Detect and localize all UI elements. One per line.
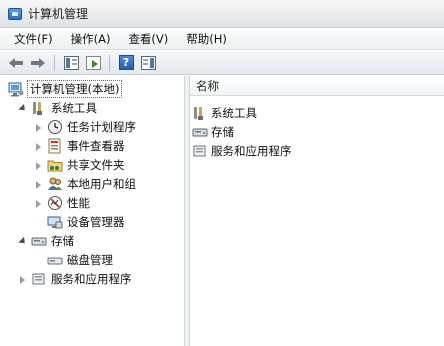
- performance-icon: [47, 195, 63, 211]
- title-bar[interactable]: 计算机管理: [0, 0, 444, 28]
- tools-icon: [192, 105, 208, 121]
- expand-arrow-icon[interactable]: [34, 180, 43, 189]
- tree-item-label: 服务和应用程序: [51, 272, 132, 286]
- list-item-services-apps[interactable]: 服务和应用程序: [192, 142, 292, 160]
- menu-view[interactable]: 查看(V): [118, 31, 176, 47]
- expand-arrow-icon[interactable]: [34, 123, 43, 132]
- back-button[interactable]: [6, 54, 26, 72]
- list-header: 名称: [190, 76, 444, 96]
- column-header-name[interactable]: 名称: [190, 78, 219, 94]
- event-viewer-icon: [47, 138, 63, 154]
- tree-item-label: 存储: [51, 234, 74, 248]
- device-manager-icon: [47, 214, 63, 230]
- services-apps-icon: [192, 143, 208, 159]
- tree-item-system-tools[interactable]: 系统工具: [18, 99, 97, 117]
- tree-item-task-scheduler[interactable]: 任务计划程序: [34, 118, 136, 136]
- menu-bar: 文件(F) 操作(A) 查看(V) 帮助(H): [0, 29, 444, 50]
- tools-icon: [31, 100, 47, 116]
- menu-action[interactable]: 操作(A): [61, 31, 119, 47]
- storage-icon: [31, 233, 47, 249]
- list-item-storage[interactable]: 存储: [192, 123, 234, 141]
- details-pane: 名称 系统工具 存储 服务和应用程序: [190, 76, 444, 346]
- tree-item-root[interactable]: 计算机管理(本地): [8, 80, 123, 98]
- tree-item-local-users-groups[interactable]: 本地用户和组: [34, 175, 136, 193]
- menu-file[interactable]: 文件(F): [4, 31, 61, 47]
- tree-item-label: 共享文件夹: [67, 158, 125, 172]
- show-hide-action-pane-button[interactable]: [138, 54, 158, 72]
- export-list-icon: [85, 55, 101, 70]
- expand-arrow-icon[interactable]: [34, 199, 43, 208]
- tree-item-label: 性能: [67, 196, 90, 210]
- storage-icon: [192, 124, 208, 140]
- console-tree: 计算机管理(本地) 系统工具 任务计划程序 事件查看器 共享文件夹 本地用户和组…: [0, 76, 185, 346]
- tree-item-performance[interactable]: 性能: [34, 194, 90, 212]
- list-item-label: 系统工具: [211, 106, 257, 120]
- console-tree-icon: [63, 55, 79, 70]
- list-item-system-tools[interactable]: 系统工具: [192, 104, 257, 122]
- tree-item-label: 事件查看器: [67, 139, 125, 153]
- users-icon: [47, 176, 63, 192]
- toolbar-separator: [109, 54, 110, 71]
- forward-arrow-icon: [31, 57, 45, 69]
- menu-help[interactable]: 帮助(H): [176, 31, 235, 47]
- services-apps-icon: [31, 271, 47, 287]
- expand-arrow-icon[interactable]: [18, 237, 27, 246]
- expand-arrow-icon[interactable]: [34, 161, 43, 170]
- list-item-label: 服务和应用程序: [211, 144, 292, 158]
- expand-arrow-icon[interactable]: [18, 275, 27, 284]
- tree-item-device-manager[interactable]: 设备管理器: [47, 213, 125, 231]
- computer-management-icon: [8, 7, 22, 20]
- clock-icon: [47, 119, 63, 135]
- tree-item-label: 计算机管理(本地): [27, 80, 123, 98]
- back-arrow-icon: [9, 57, 23, 69]
- tree-item-services-apps[interactable]: 服务和应用程序: [18, 270, 132, 288]
- help-icon: ?: [118, 55, 134, 70]
- action-pane-icon: [140, 55, 156, 70]
- expand-arrow-icon[interactable]: [18, 104, 27, 113]
- tree-item-label: 任务计划程序: [67, 120, 136, 134]
- toolbar: ?: [0, 51, 444, 75]
- help-button[interactable]: ?: [116, 54, 136, 72]
- tree-item-label: 设备管理器: [67, 215, 125, 229]
- expand-arrow-icon[interactable]: [34, 142, 43, 151]
- shared-folder-icon: [47, 157, 63, 173]
- computer-management-icon: [8, 81, 24, 97]
- tree-item-label: 磁盘管理: [67, 253, 113, 267]
- forward-button[interactable]: [28, 54, 48, 72]
- window-title: 计算机管理: [28, 7, 89, 21]
- toolbar-separator: [54, 54, 55, 71]
- disk-management-icon: [47, 252, 63, 268]
- list-item-label: 存储: [211, 125, 234, 139]
- tree-item-event-viewer[interactable]: 事件查看器: [34, 137, 125, 155]
- export-list-button[interactable]: [83, 54, 103, 72]
- tree-item-label: 本地用户和组: [67, 177, 136, 191]
- computer-management-window: 计算机管理 文件(F) 操作(A) 查看(V) 帮助(H) ? 计算机管理(本地…: [0, 0, 444, 346]
- show-hide-console-tree-button[interactable]: [61, 54, 81, 72]
- tree-item-shared-folders[interactable]: 共享文件夹: [34, 156, 125, 174]
- tree-item-label: 系统工具: [51, 101, 97, 115]
- tree-item-disk-management[interactable]: 磁盘管理: [47, 251, 113, 269]
- tree-item-storage[interactable]: 存储: [18, 232, 74, 250]
